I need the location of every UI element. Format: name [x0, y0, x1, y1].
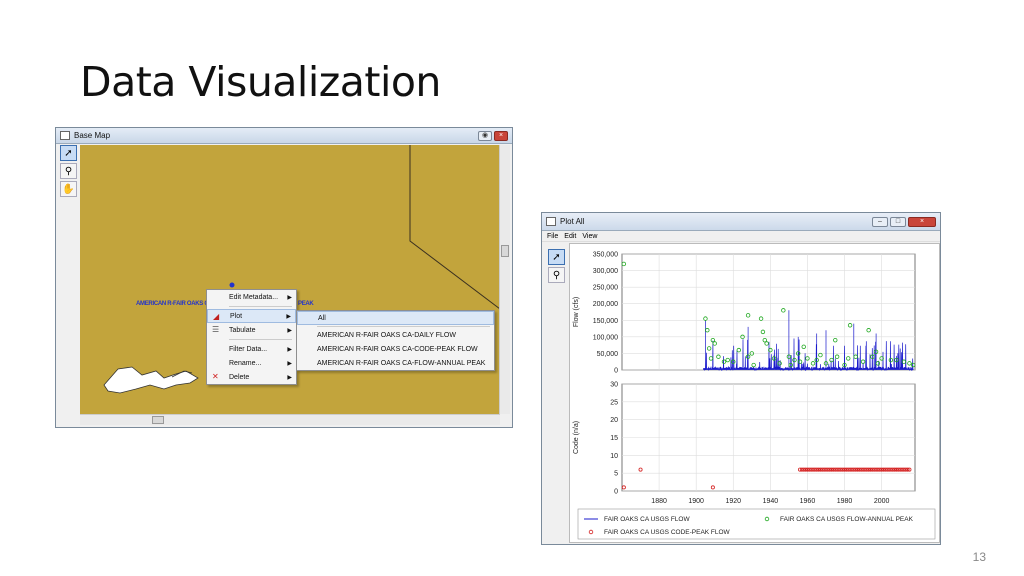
menu-separator	[229, 339, 292, 340]
menu-item-label: Rename...	[229, 359, 262, 367]
submenu-arrow-icon: ▶	[287, 294, 292, 301]
delete-icon: ✕	[212, 372, 219, 381]
submenu-arrow-icon: ▶	[286, 313, 291, 320]
y-tick-label: 30	[610, 382, 618, 389]
x-tick-label: 1980	[837, 498, 853, 505]
menu-item-rename[interactable]: Rename... ▶	[207, 356, 296, 370]
submenu-item[interactable]: AMERICAN R-FAIR OAKS CA-DAILY FLOW	[297, 328, 494, 342]
submenu-item-label: AMERICAN R-FAIR OAKS CA-DAILY FLOW	[317, 331, 456, 339]
table-icon: ☰	[212, 325, 220, 334]
y-tick-label: 150,000	[593, 318, 618, 325]
x-tick-label: 2000	[874, 498, 890, 505]
base-map-titlebar: Base Map ◉ ×	[56, 128, 512, 144]
y-tick-label: 20	[610, 417, 618, 424]
pointer-tool[interactable]: ➚	[60, 145, 77, 161]
menu-item-plot[interactable]: ◢ Plot ▶	[207, 309, 296, 323]
y-tick-label: 0	[614, 489, 618, 496]
menu-item-edit-metadata[interactable]: Edit Metadata... ▶	[207, 290, 296, 304]
legend-label: FAIR OAKS CA USGS FLOW-ANNUAL PEAK	[780, 516, 914, 523]
map-label-left: AMERICAN R-FAIR OAKS CA	[136, 301, 213, 307]
menu-file[interactable]: File	[547, 233, 558, 240]
close-icon[interactable]: ×	[494, 130, 508, 141]
plot-submenu: All AMERICAN R-FAIR OAKS CA-DAILY FLOW AME…	[296, 310, 495, 371]
x-tick-label: 1960	[800, 498, 816, 505]
y-tick-label: 250,000	[593, 285, 618, 292]
x-tick-label: 1900	[688, 498, 704, 505]
y-tick-label: 50,000	[597, 351, 619, 358]
plot-all-window: Plot All – □ × File Edit View ➚ ⚲ 350,000…	[541, 212, 941, 545]
slide-title: Data Visualization	[80, 58, 441, 106]
menu-item-label: Filter Data...	[229, 345, 268, 353]
legend-label: FAIR OAKS CA USGS CODE-PEAK FLOW	[604, 529, 731, 536]
y-tick-label: 25	[610, 399, 618, 406]
submenu-arrow-icon: ▶	[287, 346, 292, 353]
submenu-item-label: AMERICAN R-FAIR OAKS CA-CODE-PEAK FLOW	[317, 345, 478, 353]
plot-toolbar: ➚ ⚲	[548, 249, 566, 285]
submenu-item[interactable]: AMERICAN R-FAIR OAKS CA-FLOW-ANNUAL PEAK	[297, 356, 494, 370]
submenu-arrow-icon: ▶	[287, 327, 292, 334]
menu-separator	[317, 326, 490, 327]
base-map-title: Base Map	[74, 131, 111, 140]
menu-item-tabulate[interactable]: ☰ Tabulate ▶	[207, 323, 296, 337]
submenu-item[interactable]: AMERICAN R-FAIR OAKS CA-CODE-PEAK FLOW	[297, 342, 494, 356]
menu-item-delete[interactable]: ✕ Delete ▶	[207, 370, 296, 384]
horizontal-scroll-thumb[interactable]	[152, 416, 164, 424]
menu-item-label: Delete	[229, 373, 250, 381]
zoom-tool[interactable]: ⚲	[60, 163, 77, 179]
pointer-tool[interactable]: ➚	[548, 249, 565, 265]
legend-label: FAIR OAKS CA USGS FLOW	[604, 516, 690, 523]
menu-edit[interactable]: Edit	[564, 233, 576, 240]
y-tick-label: 100,000	[593, 334, 618, 341]
plot-area	[621, 253, 916, 371]
close-icon[interactable]: ×	[908, 216, 936, 227]
gage-point	[229, 282, 235, 288]
menu-view[interactable]: View	[582, 233, 597, 240]
maximize-icon[interactable]: □	[890, 216, 906, 227]
plot-icon: ◢	[213, 312, 220, 321]
x-tick-label: 1920	[725, 498, 741, 505]
menu-item-filter-data[interactable]: Filter Data... ▶	[207, 342, 296, 356]
y-axis-label: Flow (cfs)	[573, 297, 580, 327]
plot-all-title: Plot All	[560, 217, 585, 226]
horizontal-scrollbar[interactable]	[80, 414, 500, 425]
boundary-line	[409, 145, 500, 310]
y-tick-label: 15	[610, 435, 618, 442]
menubar: File Edit View	[542, 231, 940, 242]
zoom-tool[interactable]: ⚲	[548, 267, 565, 283]
menu-separator	[229, 306, 292, 307]
app-icon	[546, 217, 556, 226]
y-tick-label: 350,000	[593, 252, 618, 259]
submenu-item-label: All	[318, 314, 326, 322]
app-icon	[60, 131, 70, 140]
submenu-arrow-icon: ▶	[287, 360, 292, 367]
menu-item-label: Edit Metadata...	[229, 293, 279, 301]
y-tick-label: 200,000	[593, 301, 618, 308]
x-tick-label: 1940	[763, 498, 779, 505]
vertical-scroll-thumb[interactable]	[501, 245, 509, 257]
plot-all-titlebar: Plot All – □ ×	[542, 213, 940, 231]
y-tick-label: 10	[610, 453, 618, 460]
y-tick-label: 0	[614, 368, 618, 375]
plot-svg: 350,000 300,000 250,000 200,000 150,000 100,0…	[573, 252, 936, 540]
menu-item-label: Tabulate	[229, 326, 256, 334]
x-tick-label: 1880	[651, 498, 667, 505]
y-tick-label: 300,000	[593, 268, 618, 275]
eye-icon[interactable]: ◉	[478, 130, 492, 141]
submenu-arrow-icon: ▶	[287, 374, 292, 381]
submenu-item[interactable]: All	[297, 311, 494, 325]
pan-tool[interactable]: ✋	[60, 181, 77, 197]
page-number: 13	[972, 550, 986, 564]
vertical-scrollbar[interactable]	[499, 145, 510, 414]
map-label-right: PEAK	[298, 301, 314, 307]
y-tick-label: 5	[614, 471, 618, 478]
plot-panel: 350,000 300,000 250,000 200,000 150,000 100,0…	[569, 243, 940, 543]
y-axis-label: Code (n/a)	[573, 421, 580, 454]
context-menu: Edit Metadata... ▶ ◢ Plot ▶ ☰ Tabulate ▶ Filter …	[206, 289, 297, 385]
submenu-item-label: AMERICAN R-FAIR OAKS CA-FLOW-ANNUAL PEAK	[317, 359, 486, 367]
minimize-icon[interactable]: –	[872, 216, 888, 227]
map-toolbar: ➚ ⚲ ✋	[60, 145, 78, 199]
menu-item-label: Plot	[230, 312, 243, 320]
